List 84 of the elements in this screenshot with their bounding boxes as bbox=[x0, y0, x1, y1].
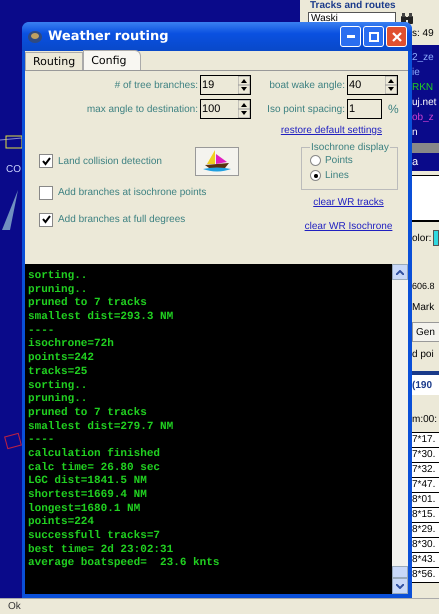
log-line: calc time= 26.80 sec bbox=[28, 462, 162, 475]
group-title: Isochrone display bbox=[310, 142, 390, 153]
list-text: s: 49 bbox=[412, 27, 435, 40]
list-item[interactable]: RKN bbox=[412, 81, 439, 94]
log-line: ---- bbox=[28, 434, 56, 448]
log-line: sorting.. bbox=[28, 270, 88, 284]
log-line: successfull tracks=7 bbox=[28, 530, 162, 544]
points-label: d poi bbox=[412, 348, 435, 361]
caret-up-icon bbox=[396, 270, 404, 274]
maximize-icon bbox=[368, 32, 378, 42]
log-line: calculation finished bbox=[28, 448, 162, 462]
list-item[interactable]: ie bbox=[412, 66, 439, 79]
checkbox-label: Add branches at isochrone points bbox=[58, 187, 206, 198]
status-text: Ok bbox=[8, 601, 21, 612]
log-line: tracks=25 bbox=[28, 366, 88, 380]
map-label: CO bbox=[6, 164, 21, 175]
scroll-thumb[interactable] bbox=[392, 566, 408, 578]
field-label: # of tree branches: bbox=[114, 80, 198, 90]
log-line: points=242 bbox=[28, 352, 96, 366]
log-line: points=224 bbox=[28, 516, 96, 530]
close-icon bbox=[392, 32, 402, 42]
field-label: Iso point spacing: bbox=[267, 104, 345, 114]
tab[interactable]: Routing bbox=[25, 52, 84, 70]
log-line: pruning.. bbox=[28, 284, 88, 297]
number-field[interactable]: 19 bbox=[200, 75, 251, 95]
restore-defaults-link[interactable]: restore default settings bbox=[280, 125, 382, 136]
general-button[interactable]: Gen bbox=[412, 322, 439, 342]
log-line: smallest dist=293.3 NM bbox=[28, 311, 174, 325]
checkbox-label: Land collision detection bbox=[58, 156, 162, 166]
list-item[interactable]: ob_z bbox=[412, 111, 439, 124]
distance-value: 606.8 bbox=[412, 280, 436, 293]
log-line: pruning.. bbox=[28, 393, 88, 407]
log-line: ---- bbox=[28, 324, 56, 338]
log-line: LGC dist=1841.5 NM bbox=[28, 475, 148, 489]
number-field[interactable]: 40 bbox=[347, 75, 398, 95]
binoculars-icon[interactable] bbox=[400, 12, 414, 24]
window-title: Weather routing bbox=[48, 29, 170, 44]
color-label: olor: bbox=[412, 232, 432, 244]
checkbox[interactable] bbox=[39, 186, 53, 200]
field-label: max angle to destination: bbox=[86, 104, 198, 114]
scroll-up-button[interactable] bbox=[392, 264, 408, 280]
minimize-icon bbox=[346, 35, 354, 38]
time-label: m:00: bbox=[412, 413, 438, 426]
list-item[interactable]: n bbox=[412, 126, 439, 139]
log-line: isochrone=72h bbox=[28, 338, 115, 352]
minimize-button[interactable] bbox=[340, 26, 361, 47]
log-line: pruned to 7 tracks bbox=[28, 297, 148, 311]
unit-label: % bbox=[388, 102, 398, 116]
panel-title: Tracks and routes bbox=[310, 0, 397, 11]
radio-button[interactable] bbox=[310, 155, 321, 166]
number-field[interactable]: 1 bbox=[347, 99, 382, 119]
spin-buttons[interactable] bbox=[238, 100, 250, 118]
clear-isochrone-link[interactable]: clear WR Isochrone bbox=[304, 221, 392, 232]
close-button[interactable] bbox=[386, 26, 407, 47]
maximize-button[interactable] bbox=[363, 26, 384, 47]
spin-buttons[interactable] bbox=[385, 76, 397, 94]
list-item[interactable]: uj.net bbox=[412, 96, 439, 109]
color-swatch[interactable] bbox=[433, 230, 439, 246]
list-item[interactable]: 2_ze bbox=[412, 51, 439, 64]
globe-icon bbox=[27, 30, 43, 44]
caret-down-icon bbox=[396, 584, 404, 588]
spin-buttons[interactable] bbox=[238, 76, 250, 94]
log-line: best time= 2d 23:02:31 bbox=[28, 544, 174, 557]
radio-label: Points bbox=[325, 155, 353, 166]
log-line: longest=1680.1 NM bbox=[28, 502, 142, 516]
route-heading: (190 bbox=[412, 380, 432, 391]
number-field[interactable]: 100 bbox=[200, 99, 251, 119]
scrollbar[interactable] bbox=[392, 264, 408, 594]
field-label: boat wake angle: bbox=[269, 80, 345, 90]
checkbox-label: Add branches at full degrees bbox=[58, 214, 186, 225]
checkbox[interactable] bbox=[39, 154, 53, 168]
log-line: pruned to 7 tracks bbox=[28, 406, 148, 421]
clear-tracks-link[interactable]: clear WR tracks bbox=[313, 197, 384, 208]
radio-button[interactable] bbox=[310, 170, 321, 181]
log-line: shortest=1669.4 NM bbox=[28, 489, 148, 503]
radio-label: Lines bbox=[325, 170, 349, 181]
scroll-down-button[interactable] bbox=[392, 578, 408, 594]
mark-label: Mark bbox=[412, 301, 436, 314]
log-line: average boatspeed= 23.6 knts bbox=[28, 557, 220, 572]
checkbox[interactable] bbox=[39, 212, 53, 226]
log-line: smallest dist=279.7 NM bbox=[28, 420, 174, 434]
boat-button[interactable] bbox=[194, 146, 239, 176]
log-line: sorting.. bbox=[28, 380, 88, 393]
tab[interactable]: Config bbox=[83, 50, 142, 70]
